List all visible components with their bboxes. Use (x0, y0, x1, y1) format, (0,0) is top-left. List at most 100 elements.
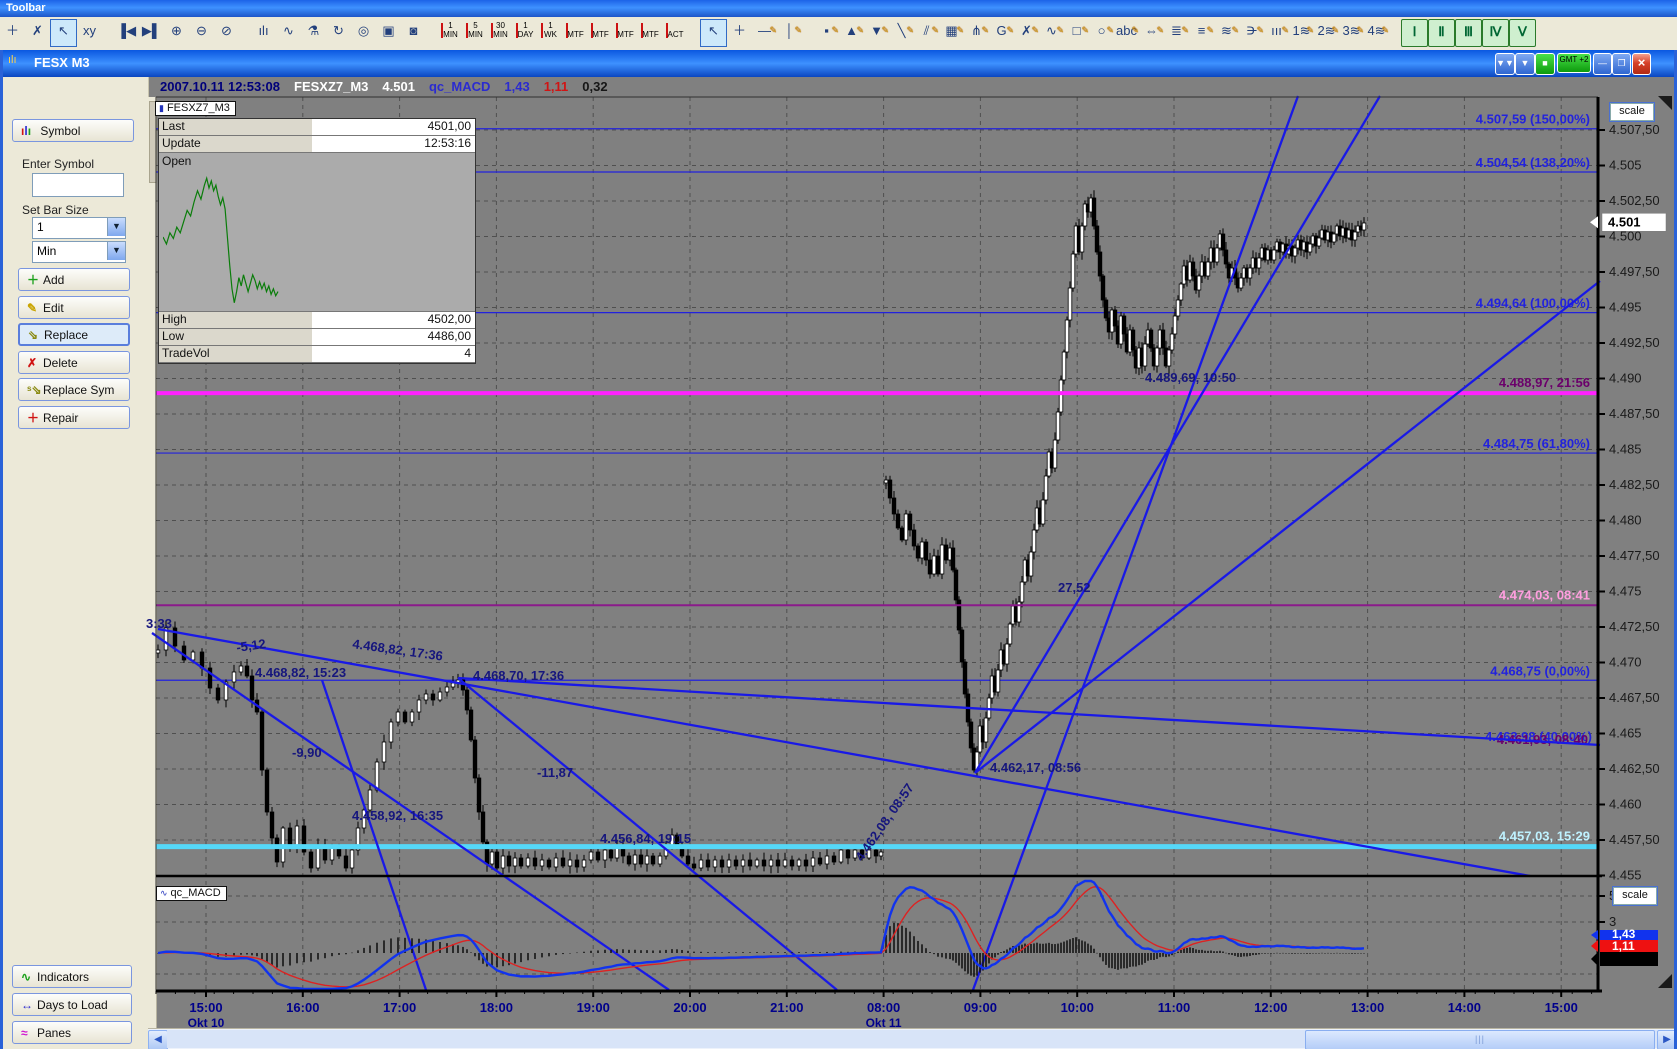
bar-size-select[interactable]: 1 ▼ (32, 217, 126, 239)
restore-button[interactable]: ❐ (1612, 53, 1631, 75)
replace-sym-button[interactable]: ˢ⇘Replace Sym (18, 378, 130, 401)
sheet-3-icon[interactable]: Ⅲ (1455, 19, 1482, 47)
ellipse-tool-icon[interactable]: ○ ✎ (1089, 19, 1114, 45)
indicators-button[interactable]: ∿ Indicators (12, 965, 132, 988)
sheet-4-icon[interactable]: Ⅳ (1482, 19, 1509, 47)
microscope-icon[interactable]: ⚗ (301, 19, 326, 45)
minimize-button[interactable]: — (1593, 53, 1612, 75)
fib-grid-tool-icon[interactable]: ▦ ✎ (939, 19, 964, 45)
tf-mtf1-icon[interactable]: MTF (563, 19, 588, 45)
cross-fan-tool-icon[interactable]: ✗ ✎ (1014, 19, 1039, 45)
data-window-row: TradeVol 4 (159, 346, 475, 363)
wave2-tool-icon[interactable]: 2≋ ✎ (1314, 19, 1339, 45)
scroll-left-icon[interactable]: ◀ (148, 1030, 168, 1049)
tf-1day-icon[interactable]: 1 DAY (513, 19, 538, 45)
text-tool-icon[interactable]: abc ✎ (1114, 19, 1139, 45)
crosshair-tool-icon[interactable]: ＋ (727, 19, 752, 45)
tf-1min-icon[interactable]: 1 MIN (438, 19, 463, 45)
pointer-tool-icon[interactable]: ↖ (700, 19, 727, 47)
arrow-down-tool-icon[interactable]: ▼ ✎ (864, 19, 889, 45)
chart-window-titlebar[interactable]: ılı FESX M3 ▼▼ ▼ ■ GMT +2— ❐ × (0, 50, 1677, 77)
tf-mtf3-icon[interactable]: MTF (613, 19, 638, 45)
levels1-tool-icon[interactable]: ≣ ✎ (1164, 19, 1189, 45)
panes-button[interactable]: ≈ Panes (12, 1021, 132, 1044)
wave4-tool-icon[interactable]: 4≋ ✎ (1364, 19, 1389, 45)
days-to-load-button[interactable]: ↔ Days to Load (12, 993, 132, 1016)
fan-tool-icon[interactable]: ⋔ ✎ (964, 19, 989, 45)
link-button[interactable]: ■ (1535, 53, 1555, 75)
application-window: Toolbar ＋ ✗ ↖ xy ▐◀ ▶▌ ⊕ ⊖ ⊘ ılı ∿ ⚗ ↻ ◎ ▣ ◙ 1 MIN 5 MIN 30 M… (0, 0, 1677, 1049)
data-window-row: High 4502,00 (159, 312, 475, 329)
sidebar: ılı Symbol Enter Symbol Set Bar Size 1 ▼ … (0, 77, 149, 1049)
camera-icon[interactable]: ◙ (401, 19, 426, 45)
dropdown-button[interactable]: ▼ (1515, 53, 1535, 75)
symbol-section-button[interactable]: ılı Symbol (12, 119, 134, 142)
rollup-button[interactable]: ▼▼ (1495, 53, 1515, 75)
zoom-in-icon[interactable]: ⊕ (164, 19, 189, 45)
tf-1wk-icon[interactable]: 1 WK (538, 19, 563, 45)
toolbar-icon-strip: ＋ ✗ ↖ xy ▐◀ ▶▌ ⊕ ⊖ ⊘ ılı ∿ ⚗ ↻ ◎ ▣ ◙ 1 MIN 5 MIN 30 MIN 1 DAY 1 W… (0, 17, 1677, 51)
snap-cross-icon[interactable]: ✗ (25, 19, 50, 45)
bar-unit-select[interactable]: Min ▼ (32, 241, 126, 263)
resize-tool-icon[interactable]: ⇔ ✎ (1139, 19, 1164, 45)
vline-tool-icon[interactable]: │ ✎ (777, 19, 802, 45)
status-segment: 4.501 (382, 79, 415, 94)
sheet-2-icon[interactable]: Ⅱ (1428, 19, 1455, 47)
point-tool-icon[interactable]: ▪ ✎ (814, 19, 839, 45)
add-datapoint-icon[interactable]: ＋ (0, 19, 25, 45)
sheet-5-icon[interactable]: Ⅴ (1509, 19, 1536, 47)
data-window-row: Low 4486,00 (159, 329, 475, 346)
horizontal-scrollbar[interactable]: ◀ ||| ▶ (148, 1028, 1677, 1049)
wave1-tool-icon[interactable]: 1≋ ✎ (1289, 19, 1314, 45)
wave-tool-icon[interactable]: ∿ ✎ (1039, 19, 1064, 45)
loop-icon[interactable]: ◎ (351, 19, 376, 45)
data-window[interactable]: Last 4501,00 Update 12:53:16 Open High 4502,… (158, 118, 476, 364)
macd-pane-tab[interactable]: ∿ qc_MACD (156, 886, 227, 901)
wave3-tool-icon[interactable]: 3≋ ✎ (1339, 19, 1364, 45)
zoom-reset-icon[interactable]: ⊘ (214, 19, 239, 45)
levels2-tool-icon[interactable]: ≡ ✎ (1189, 19, 1214, 45)
refresh-icon[interactable]: ↻ (326, 19, 351, 45)
symbol-input[interactable] (32, 173, 124, 197)
edit-button[interactable]: ✎ Edit (18, 295, 130, 319)
zoom-out-icon[interactable]: ⊖ (189, 19, 214, 45)
close-button[interactable]: × (1632, 53, 1651, 75)
insert-bars-icon[interactable]: ılı (251, 19, 276, 45)
expand-bars-icon[interactable]: ▶▌ (139, 19, 164, 45)
small-bars-tool-icon[interactable]: ııı ✎ (1264, 19, 1289, 45)
replace-button[interactable]: ⇘ Replace (18, 323, 130, 346)
tall-bars-tool-icon[interactable]: 𝈁 ✎ (1239, 19, 1264, 45)
tf-5min-icon[interactable]: 5 MIN (463, 19, 488, 45)
arrow-up-tool-icon[interactable]: ▲ ✎ (839, 19, 864, 45)
delete-button[interactable]: ✗ Delete (18, 350, 130, 374)
sheet-1-icon[interactable]: Ⅰ (1401, 19, 1428, 47)
chevron-down-icon[interactable]: ▼ (107, 242, 125, 260)
axes-xy-icon[interactable]: xy (77, 19, 102, 45)
print-gmt-button[interactable]: GMT +2 (1557, 53, 1591, 73)
status-segment: 1,11 (543, 79, 569, 94)
chevron-down-icon[interactable]: ▼ (107, 218, 125, 236)
tf-act-icon[interactable]: ACT (663, 19, 688, 45)
pointer-snap-icon[interactable]: ↖ (50, 19, 77, 47)
price-pane-tab[interactable]: ▮ FESXZ7_M3 (155, 101, 236, 116)
candle-icon: ▮ (159, 103, 164, 113)
horizontal-scrollbar-thumb[interactable]: ||| (1305, 1030, 1655, 1049)
open-label: Open (162, 154, 192, 168)
rect-tool-icon[interactable]: □ ✎ (1064, 19, 1089, 45)
repair-button[interactable]: ＋ Repair (18, 405, 130, 429)
tf-mtf4-icon[interactable]: MTF (638, 19, 663, 45)
parallel-lines-tool-icon[interactable]: ⫽ ✎ (914, 19, 939, 45)
trendline-tool-icon[interactable]: ╲ ✎ (889, 19, 914, 45)
toolbar-window-title[interactable]: Toolbar (0, 0, 1677, 17)
copy-pages-icon[interactable]: ▣ (376, 19, 401, 45)
macd-scale-button[interactable]: scale (1612, 886, 1658, 906)
curve-levels-tool-icon[interactable]: ≋ ✎ (1214, 19, 1239, 45)
hline-tool-icon[interactable]: — ✎ (752, 19, 777, 45)
price-scale-button[interactable]: scale (1609, 102, 1655, 122)
draw-zigzag-icon[interactable]: ∿ (276, 19, 301, 45)
add-button[interactable]: ＋ Add (18, 268, 130, 291)
tf-30min-icon[interactable]: 30 MIN (488, 19, 513, 45)
gann-fan-tool-icon[interactable]: G ✎ (989, 19, 1014, 45)
tf-mtf2-icon[interactable]: MTF (588, 19, 613, 45)
compress-bars-icon[interactable]: ▐◀ (114, 19, 139, 45)
